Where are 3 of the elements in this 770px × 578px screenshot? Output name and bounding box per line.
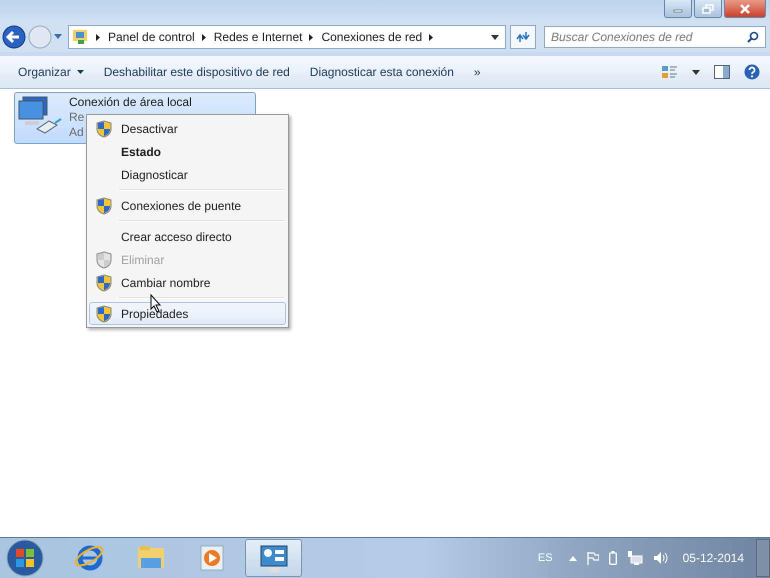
- connection-detail: Ad: [69, 125, 84, 140]
- connection-detail: Re: [69, 110, 84, 125]
- connection-name: Conexión de área local: [69, 95, 192, 110]
